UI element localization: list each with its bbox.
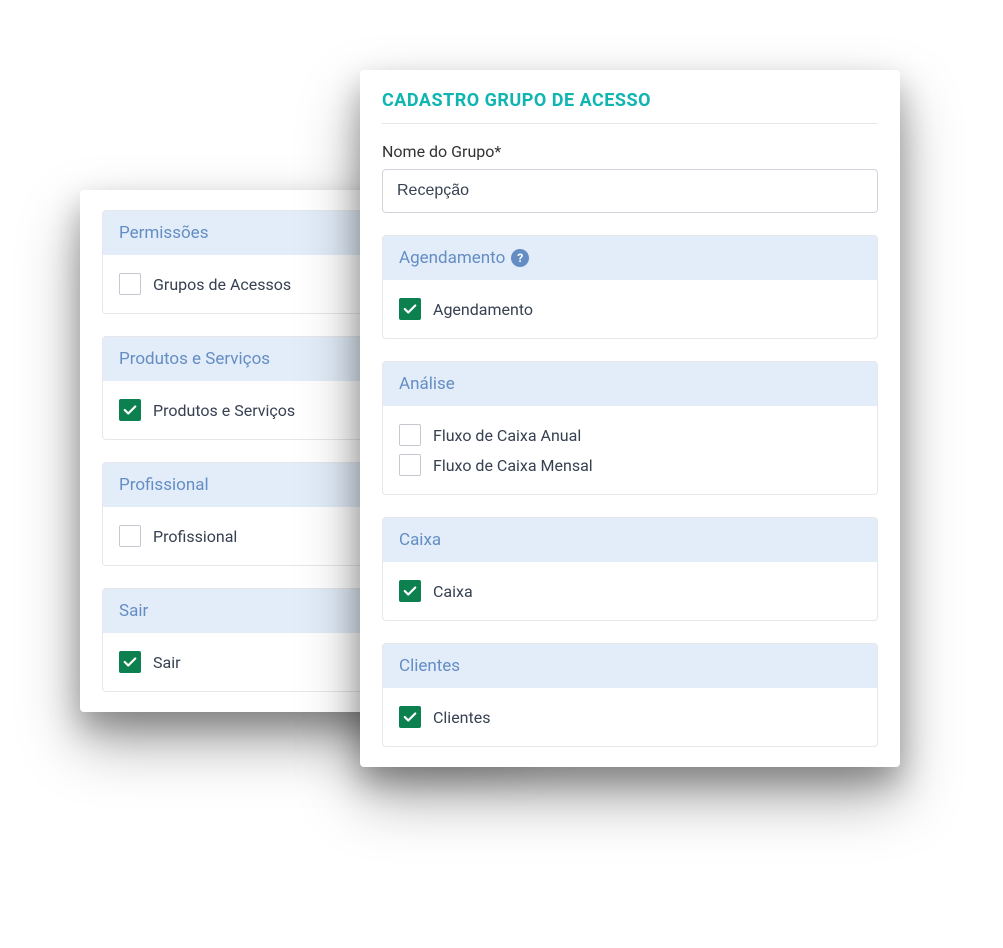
help-icon[interactable]: ? bbox=[511, 249, 529, 267]
divider bbox=[382, 123, 878, 124]
page-title: CADASTRO GRUPO DE ACESSO bbox=[382, 90, 878, 111]
group-title: Permissões bbox=[119, 223, 208, 243]
checkbox-produtos-servicos[interactable] bbox=[119, 399, 141, 421]
group-body: Clientes bbox=[383, 688, 877, 746]
group-title: Agendamento bbox=[399, 248, 505, 268]
checkbox-label: Profissional bbox=[153, 527, 237, 546]
group-body: Caixa bbox=[383, 562, 877, 620]
checkbox-label: Fluxo de Caixa Mensal bbox=[433, 456, 593, 475]
group-header: Caixa bbox=[383, 518, 877, 562]
checkbox-label: Clientes bbox=[433, 708, 491, 727]
group-title: Profissional bbox=[119, 475, 209, 495]
checkbox-label: Grupos de Acessos bbox=[153, 275, 291, 294]
checkbox-label: Agendamento bbox=[433, 300, 533, 319]
group-header: Clientes bbox=[383, 644, 877, 688]
checkbox-fluxo-caixa-anual[interactable] bbox=[399, 424, 421, 446]
checkbox-profissional[interactable] bbox=[119, 525, 141, 547]
group-title: Produtos e Serviços bbox=[119, 349, 270, 369]
checkbox-label: Produtos e Serviços bbox=[153, 401, 295, 420]
group-agendamento: Agendamento ? Agendamento bbox=[382, 235, 878, 339]
group-header: Análise bbox=[383, 362, 877, 406]
permission-row: Agendamento bbox=[399, 298, 861, 320]
checkbox-agendamento[interactable] bbox=[399, 298, 421, 320]
checkbox-label: Fluxo de Caixa Anual bbox=[433, 426, 581, 445]
group-caixa: Caixa Caixa bbox=[382, 517, 878, 621]
group-title: Clientes bbox=[399, 656, 460, 676]
checkbox-grupos-de-acessos[interactable] bbox=[119, 273, 141, 295]
group-name-input[interactable] bbox=[382, 169, 878, 213]
group-body: Fluxo de Caixa Anual Fluxo de Caixa Mens… bbox=[383, 406, 877, 494]
group-name-label: Nome do Grupo* bbox=[382, 142, 878, 161]
group-analise: Análise Fluxo de Caixa Anual Fluxo de Ca… bbox=[382, 361, 878, 495]
group-header: Agendamento ? bbox=[383, 236, 877, 280]
checkbox-clientes[interactable] bbox=[399, 706, 421, 728]
permission-row: Caixa bbox=[399, 580, 861, 602]
group-clientes: Clientes Clientes bbox=[382, 643, 878, 747]
group-title: Caixa bbox=[399, 530, 441, 550]
access-group-form-card: CADASTRO GRUPO DE ACESSO Nome do Grupo* … bbox=[360, 70, 900, 767]
group-title: Sair bbox=[119, 601, 148, 621]
checkbox-fluxo-caixa-mensal[interactable] bbox=[399, 454, 421, 476]
checkbox-label: Sair bbox=[153, 653, 181, 672]
permission-row: Fluxo de Caixa Anual bbox=[399, 424, 861, 446]
checkbox-label: Caixa bbox=[433, 582, 473, 601]
permission-row: Fluxo de Caixa Mensal bbox=[399, 454, 861, 476]
permission-row: Clientes bbox=[399, 706, 861, 728]
group-body: Agendamento bbox=[383, 280, 877, 338]
checkbox-sair[interactable] bbox=[119, 651, 141, 673]
group-title: Análise bbox=[399, 374, 455, 394]
checkbox-caixa[interactable] bbox=[399, 580, 421, 602]
